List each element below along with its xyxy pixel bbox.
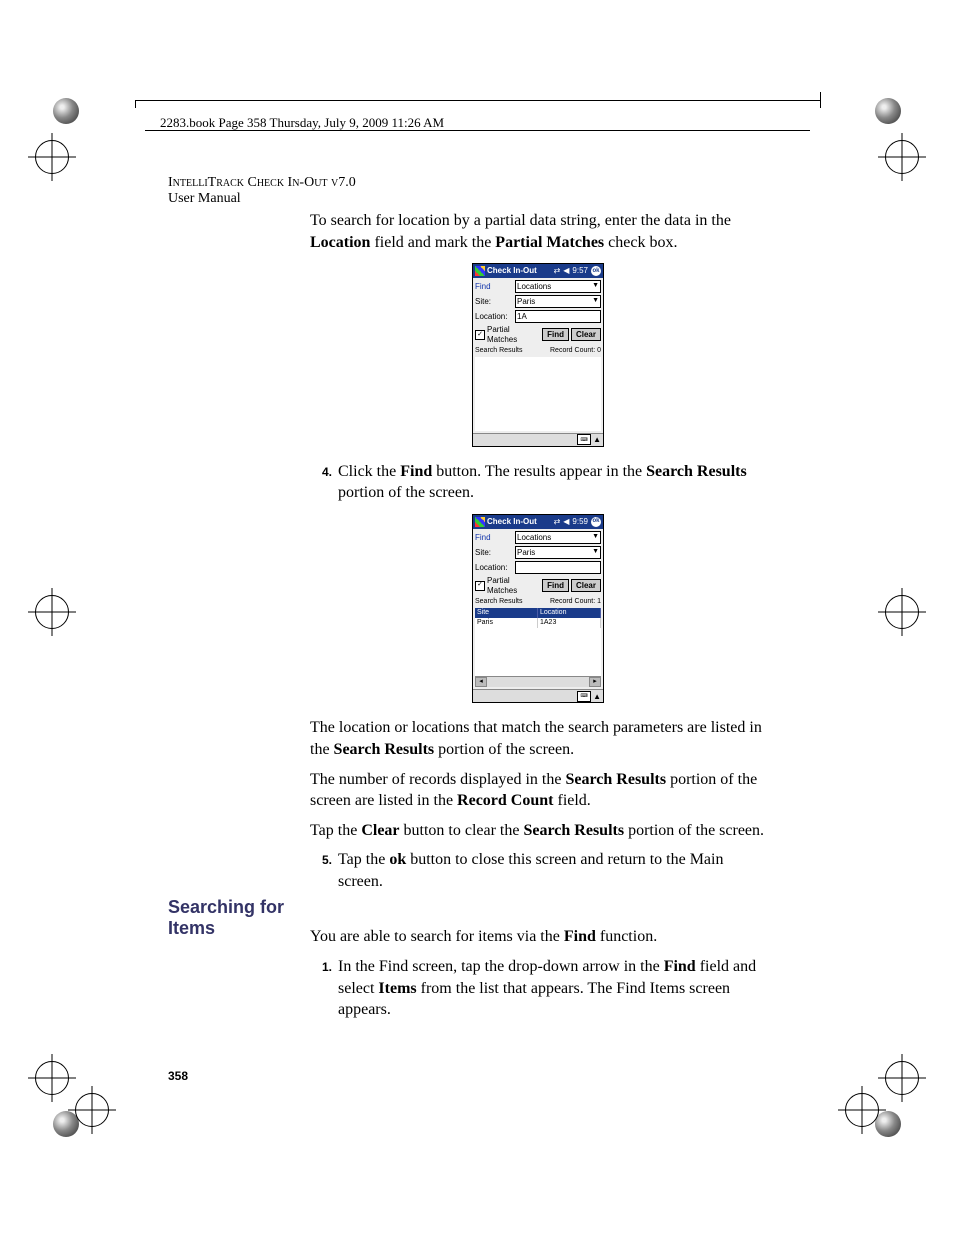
conn-icon: ⇄ <box>554 517 561 527</box>
location-label: Location: <box>475 312 513 322</box>
post-para-2: The number of records displayed in the S… <box>310 769 766 812</box>
screenshot-find-empty: Check In-Out ⇄◀9:57ok FindLocations▼ Sit… <box>310 263 766 447</box>
chevron-down-icon: ▼ <box>592 297 599 305</box>
results-empty <box>475 357 601 431</box>
book-header: 2283.book Page 358 Thursday, July 9, 200… <box>160 115 444 131</box>
ok-button[interactable]: ok <box>591 266 601 276</box>
h-scrollbar[interactable]: ◂▸ <box>475 676 601 687</box>
registration-mark <box>75 1093 109 1127</box>
crop-mark <box>135 100 136 108</box>
volume-icon: ◀ <box>563 517 569 527</box>
site-dropdown[interactable]: Paris▼ <box>515 295 601 308</box>
chevron-down-icon: ▼ <box>592 548 599 556</box>
find-label: Find <box>475 282 513 292</box>
crop-mark <box>135 100 820 101</box>
post-para-1: The location or locations that match the… <box>310 717 766 760</box>
registration-mark <box>885 595 919 629</box>
keyboard-icon[interactable]: ⌨ <box>577 434 591 445</box>
registration-mark <box>885 140 919 174</box>
device-window: Check In-Out ⇄◀9:57ok FindLocations▼ Sit… <box>472 263 604 447</box>
location-label: Location: <box>475 563 513 573</box>
location-input[interactable]: 1A <box>515 310 601 323</box>
registration-mark <box>35 1061 69 1095</box>
site-dropdown[interactable]: Paris▼ <box>515 546 601 559</box>
results-row[interactable]: Paris1A23 <box>475 618 601 628</box>
find-label: Find <box>475 533 513 543</box>
section-step-1: 1. In the Find screen, tap the drop-down… <box>310 956 766 1021</box>
step-4: 4. Click the Find button. The results ap… <box>310 461 766 504</box>
search-results-label: Search Results <box>475 598 522 606</box>
site-label: Site: <box>475 297 513 307</box>
scroll-right-icon[interactable]: ▸ <box>589 677 601 687</box>
print-sphere <box>53 98 79 124</box>
section-heading: Searching for Items <box>168 897 298 939</box>
conn-icon: ⇄ <box>554 266 561 276</box>
crop-mark <box>820 92 821 108</box>
device-window: Check In-Out ⇄◀9:59ok FindLocations▼ Sit… <box>472 514 604 703</box>
partial-matches-checkbox[interactable]: ✓ <box>475 581 485 591</box>
intro-paragraph: To search for location by a partial data… <box>310 210 766 253</box>
header-rule <box>145 130 810 131</box>
section-intro: You are able to search for items via the… <box>310 926 766 948</box>
chevron-down-icon: ▼ <box>592 282 599 290</box>
scroll-left-icon[interactable]: ◂ <box>475 677 487 687</box>
registration-mark <box>35 140 69 174</box>
registration-mark <box>35 595 69 629</box>
title-block: IntelliTrack Check In-Out v7.0 User Manu… <box>168 175 356 207</box>
product-title: IntelliTrack Check In-Out v7.0 <box>168 175 356 190</box>
print-sphere <box>875 1111 901 1137</box>
start-icon <box>475 266 485 276</box>
sip-up-icon[interactable]: ▲ <box>593 692 601 702</box>
titlebar: Check In-Out ⇄◀9:59ok <box>473 515 603 529</box>
keyboard-icon[interactable]: ⌨ <box>577 691 591 702</box>
start-icon <box>475 517 485 527</box>
find-button[interactable]: Find <box>542 579 569 592</box>
page-content: To search for location by a partial data… <box>310 210 766 1031</box>
print-sphere <box>875 98 901 124</box>
volume-icon: ◀ <box>563 266 569 276</box>
site-label: Site: <box>475 548 513 558</box>
results-header: SiteLocation <box>475 608 601 618</box>
ok-button[interactable]: ok <box>591 517 601 527</box>
post-para-3: Tap the Clear button to clear the Search… <box>310 820 766 842</box>
screenshot-find-results: Check In-Out ⇄◀9:59ok FindLocations▼ Sit… <box>310 514 766 703</box>
clear-button[interactable]: Clear <box>571 579 601 592</box>
results-blank <box>475 628 601 676</box>
search-results-label: Search Results <box>475 347 522 355</box>
chevron-down-icon: ▼ <box>592 533 599 541</box>
step-5: 5. Tap the ok button to close this scree… <box>310 849 766 892</box>
find-dropdown[interactable]: Locations▼ <box>515 280 601 293</box>
sip-up-icon[interactable]: ▲ <box>593 435 601 445</box>
doc-subtitle: User Manual <box>168 191 241 206</box>
find-button[interactable]: Find <box>542 328 569 341</box>
titlebar: Check In-Out ⇄◀9:57ok <box>473 264 603 278</box>
clear-button[interactable]: Clear <box>571 328 601 341</box>
find-dropdown[interactable]: Locations▼ <box>515 531 601 544</box>
page-number: 358 <box>168 1069 188 1083</box>
location-input[interactable] <box>515 561 601 574</box>
registration-mark <box>845 1093 879 1127</box>
registration-mark <box>885 1061 919 1095</box>
partial-matches-checkbox[interactable]: ✓ <box>475 330 485 340</box>
